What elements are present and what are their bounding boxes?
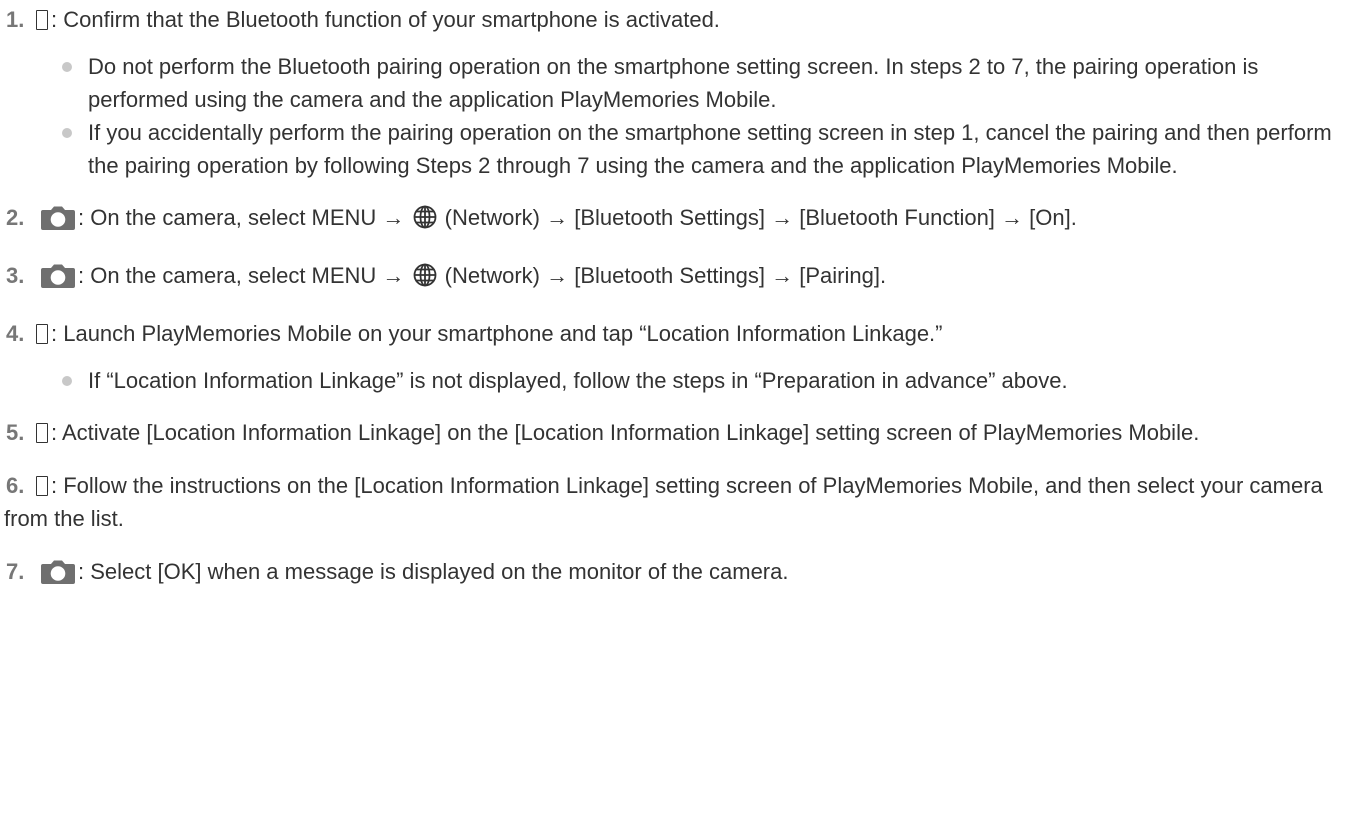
camera-icon xyxy=(40,560,76,593)
step-2: 2. : On the camera, select MENU → (Networ… xyxy=(4,201,1341,259)
step-number: 3. xyxy=(6,263,25,288)
step-text: : Select [OK] when a message is displaye… xyxy=(78,559,789,584)
note-text: Do not perform the Bluetooth pairing ope… xyxy=(88,54,1259,112)
step-text-after: (Network) → [Bluetooth Settings] → [Pair… xyxy=(438,263,887,288)
step-4-notes: If “Location Information Linkage” is not… xyxy=(4,364,1341,397)
note-item: Do not perform the Bluetooth pairing ope… xyxy=(62,50,1341,116)
step-number: 7. xyxy=(6,559,25,584)
step-number: 4. xyxy=(6,321,25,346)
step-text: : Activate [Location Information Linkage… xyxy=(51,420,1200,445)
step-text: : Launch PlayMemories Mobile on your sma… xyxy=(51,321,943,346)
step-number: 1. xyxy=(6,7,25,32)
globe-icon xyxy=(413,263,437,296)
phone-icon xyxy=(36,423,48,443)
bullet-icon xyxy=(62,128,72,138)
steps-list: 1. : Confirm that the Bluetooth function … xyxy=(4,3,1341,593)
step-3-line: 3. : On the camera, select MENU → (Networ… xyxy=(4,259,1341,297)
note-item: If “Location Information Linkage” is not… xyxy=(62,364,1341,397)
step-3: 3. : On the camera, select MENU → (Networ… xyxy=(4,259,1341,317)
phone-icon xyxy=(36,476,48,496)
note-text: If you accidentally perform the pairing … xyxy=(88,120,1332,178)
camera-icon xyxy=(40,264,76,297)
camera-icon xyxy=(40,206,76,239)
step-7-line: 7. : Select [OK] when a message is displa… xyxy=(4,555,1341,593)
step-text: : Follow the instructions on the [Locati… xyxy=(4,473,1323,531)
step-number: 2. xyxy=(6,205,25,230)
step-7: 7. : Select [OK] when a message is displa… xyxy=(4,555,1341,593)
bullet-icon xyxy=(62,376,72,386)
step-number: 5. xyxy=(6,420,25,445)
step-6: 6.: Follow the instructions on the [Loca… xyxy=(4,469,1341,555)
step-number: 6. xyxy=(6,473,25,498)
step-2-line: 2. : On the camera, select MENU → (Networ… xyxy=(4,201,1341,239)
step-text: : On the camera, select MENU → xyxy=(78,263,411,288)
step-text-after: (Network) → [Bluetooth Settings] → [Blue… xyxy=(438,205,1077,230)
note-item: If you accidentally perform the pairing … xyxy=(62,116,1341,182)
step-1-line: 1. : Confirm that the Bluetooth function … xyxy=(4,3,1341,36)
step-text: : Confirm that the Bluetooth function of… xyxy=(51,7,720,32)
globe-icon xyxy=(413,205,437,238)
note-text: If “Location Information Linkage” is not… xyxy=(88,368,1068,393)
step-6-line: 6.: Follow the instructions on the [Loca… xyxy=(4,469,1341,535)
step-5: 5. : Activate [Location Information Linka… xyxy=(4,416,1341,469)
step-text: : On the camera, select MENU → xyxy=(78,205,411,230)
bullet-icon xyxy=(62,62,72,72)
step-5-line: 5. : Activate [Location Information Linka… xyxy=(4,416,1341,449)
phone-icon xyxy=(36,324,48,344)
step-1-notes: Do not perform the Bluetooth pairing ope… xyxy=(4,50,1341,182)
phone-icon xyxy=(36,10,48,30)
instructions-page: 1. : Confirm that the Bluetooth function … xyxy=(0,0,1355,823)
step-4-line: 4. : Launch PlayMemories Mobile on your s… xyxy=(4,317,1341,350)
step-4: 4. : Launch PlayMemories Mobile on your s… xyxy=(4,317,1341,416)
step-1: 1. : Confirm that the Bluetooth function … xyxy=(4,3,1341,201)
